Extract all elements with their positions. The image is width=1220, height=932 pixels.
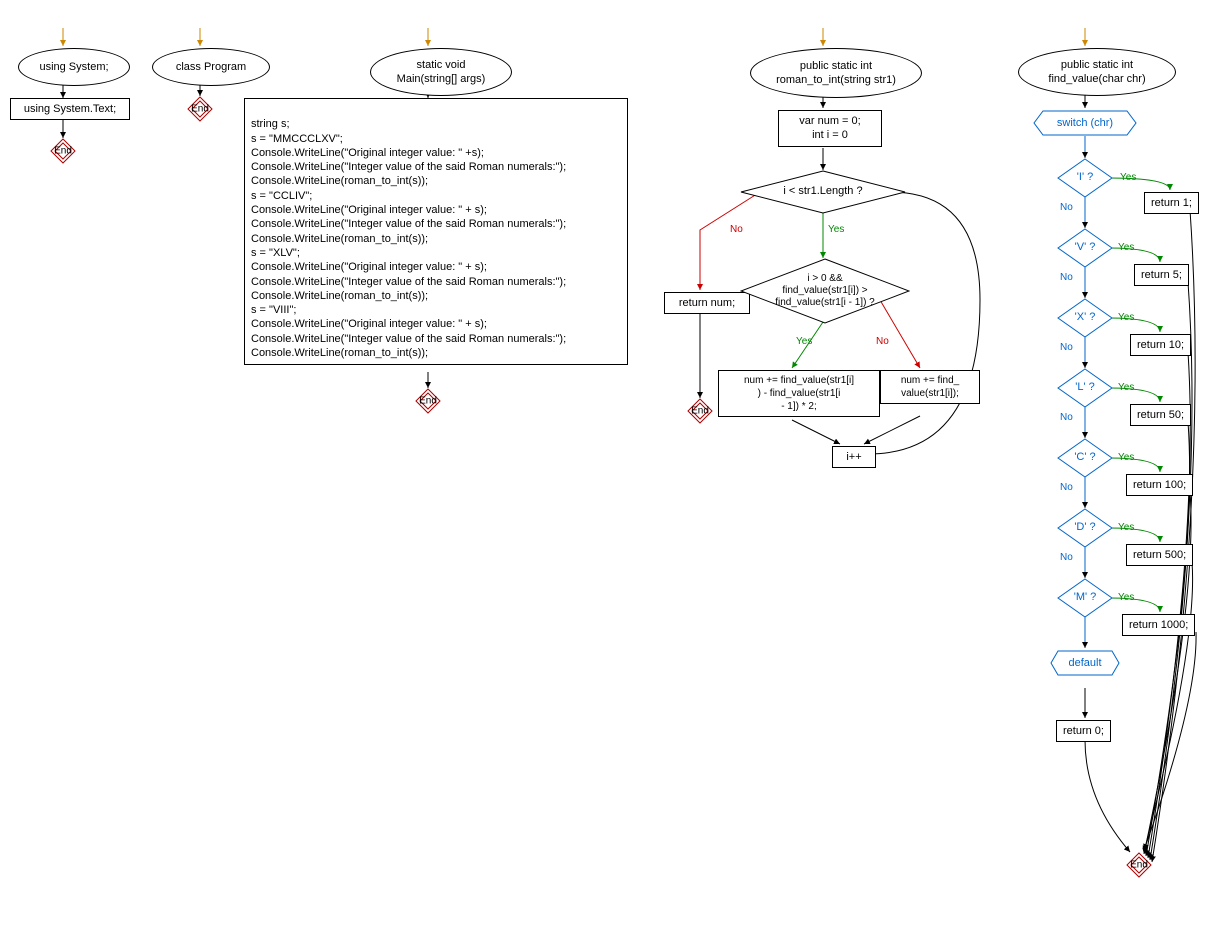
text: return 50; [1137,408,1184,422]
text: 'M' ? [1064,591,1107,604]
end-col4: End [687,398,713,424]
using-system-text-rect: using System.Text; [10,98,130,120]
text: return num; [679,296,735,310]
text: return 100; [1133,478,1186,492]
case-M: 'M' ? [1057,578,1113,618]
cond2-no-rect: num += find_ value(str1[i]); [880,370,980,404]
no-label: No [1060,412,1073,423]
inc-rect: i++ [832,446,876,468]
text: return 1000; [1129,618,1188,632]
yes-label: Yes [1118,522,1134,533]
case-D: 'D' ? [1057,508,1113,548]
return-0: return 0; [1056,720,1111,742]
text: num += find_ value(str1[i]); [901,374,959,400]
end-col2: End [187,96,213,122]
yes-label: Yes [1120,172,1136,183]
text: static void Main(string[] args) [397,58,486,87]
return-5: return 5; [1134,264,1189,286]
no-label: No [876,336,889,347]
return-500: return 500; [1126,544,1193,566]
default-hex: default [1050,650,1120,676]
return-100: return 100; [1126,474,1193,496]
case-L: 'L' ? [1057,368,1113,408]
end-text: End [419,396,437,407]
text: public static int roman_to_int(string st… [776,59,896,88]
return-1: return 1; [1144,192,1199,214]
text: i < str1.Length ? [773,185,872,198]
text: return 5; [1141,268,1182,282]
text: 'D' ? [1064,521,1105,534]
cond1-diamond: i < str1.Length ? [740,170,906,214]
end-text: End [54,146,72,157]
text: var num = 0; int i = 0 [799,114,860,143]
text: return 1; [1151,196,1192,210]
return-num-rect: return num; [664,292,750,314]
text: 'V' ? [1065,241,1106,254]
end-text: End [191,104,209,115]
no-label: No [1060,482,1073,493]
text: num += find_value(str1[i] ) - find_value… [744,374,854,413]
end-text: End [691,406,709,417]
yes-label: Yes [1118,452,1134,463]
main-ellipse: static void Main(string[] args) [370,48,512,96]
text: public static int find_value(char chr) [1048,58,1145,87]
text: 'I' ? [1067,171,1103,184]
text: return 10; [1137,338,1184,352]
end-col1: End [50,138,76,164]
text: string s; s = "MMCCCLXV"; Console.WriteL… [251,118,566,359]
no-label: No [1060,552,1073,563]
yes-label: Yes [796,336,812,347]
yes-label: Yes [1118,592,1134,603]
text: return 500; [1133,548,1186,562]
return-10: return 10; [1130,334,1191,356]
text: class Program [176,60,246,74]
text: switch (chr) [1057,117,1113,129]
return-50: return 50; [1130,404,1191,426]
return-1000: return 1000; [1122,614,1195,636]
no-label: No [1060,342,1073,353]
case-C: 'C' ? [1057,438,1113,478]
roman-to-int-ellipse: public static int roman_to_int(string st… [750,48,922,98]
text: i++ [846,450,861,464]
text: 'X' ? [1065,311,1106,324]
case-X: 'X' ? [1057,298,1113,338]
end-col5: End [1126,852,1152,878]
yes-label: Yes [1118,242,1134,253]
main-body-rect: string s; s = "MMCCCLXV"; Console.WriteL… [244,98,628,365]
init-rect: var num = 0; int i = 0 [778,110,882,147]
text: 'L' ? [1065,381,1105,394]
cond2-diamond: i > 0 && find_value(str1[i]) > find_valu… [740,258,910,324]
yes-label: Yes [828,224,844,235]
text: 'C' ? [1064,451,1105,464]
no-label: No [730,224,743,235]
text: return 0; [1063,724,1104,738]
yes-label: Yes [1118,382,1134,393]
yes-label: Yes [1118,312,1134,323]
case-I: 'I' ? [1057,158,1113,198]
text: using System; [39,60,108,74]
text: default [1068,657,1101,669]
no-label: No [1060,272,1073,283]
text: using System.Text; [24,102,116,116]
text: i > 0 && find_value(str1[i]) > find_valu… [765,273,885,309]
switch-hex: switch (chr) [1033,110,1137,136]
cond2-yes-rect: num += find_value(str1[i] ) - find_value… [718,370,880,417]
case-V: 'V' ? [1057,228,1113,268]
find-value-ellipse: public static int find_value(char chr) [1018,48,1176,96]
class-program-ellipse: class Program [152,48,270,86]
no-label: No [1060,202,1073,213]
end-col3: End [415,388,441,414]
end-text: End [1130,860,1148,871]
using-system-ellipse: using System; [18,48,130,86]
